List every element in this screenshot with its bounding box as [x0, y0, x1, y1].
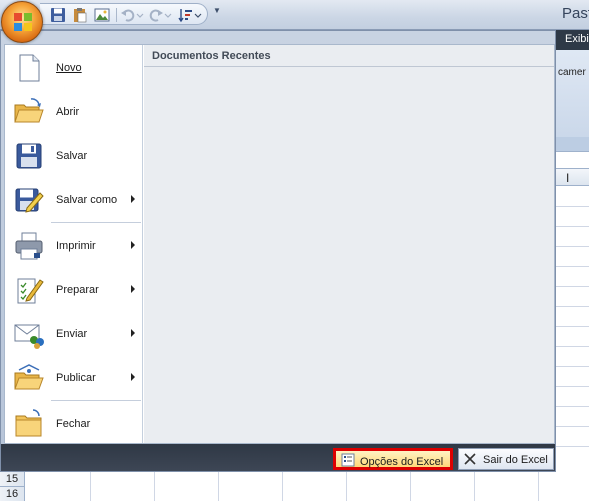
menu-item-save[interactable]: Salvar	[9, 136, 141, 176]
redo-icon[interactable]	[148, 7, 164, 23]
customize-qat-icon[interactable]: ▼	[213, 6, 221, 15]
send-icon	[14, 324, 44, 349]
paste-icon[interactable]	[72, 7, 88, 23]
menu-item-label: Novo	[56, 62, 82, 74]
ribbon-command-text[interactable]: camer	[558, 67, 586, 78]
office-logo-icon	[14, 13, 32, 31]
undo-dropdown-icon[interactable]	[136, 7, 144, 23]
submenu-arrow-icon	[131, 285, 135, 293]
menu-item-publish[interactable]: Publicar	[9, 358, 141, 398]
ribbon-body: camer	[556, 50, 589, 152]
ribbon-group-label-bar	[556, 137, 589, 151]
menu-separator	[51, 222, 141, 223]
sheet-bottom: 15 16	[0, 472, 589, 501]
sort-dropdown-icon[interactable]	[194, 7, 202, 23]
submenu-arrow-icon	[131, 195, 135, 203]
row-header-16[interactable]: 16	[0, 487, 25, 501]
menu-item-label: Enviar	[56, 328, 88, 340]
grid-line	[474, 472, 475, 501]
save-disk-icon	[16, 143, 42, 169]
submenu-arrow-icon	[131, 329, 135, 337]
grid-line	[556, 366, 589, 367]
excel-options-label: Opções do Excel	[360, 456, 444, 468]
grid-line	[556, 346, 589, 347]
grid-line	[410, 472, 411, 501]
office-menu-footer: Opções do Excel Sair do Excel	[1, 444, 555, 471]
menu-item-label: Preparar	[56, 284, 99, 296]
prepare-icon	[17, 278, 44, 304]
command-list: Novo Abrir Salvar Salvar como Imprimir P…	[5, 45, 143, 443]
column-header[interactable]: I	[556, 168, 589, 186]
menu-item-label: Publicar	[56, 372, 96, 384]
submenu-arrow-icon	[131, 373, 135, 381]
recent-documents-divider	[144, 66, 554, 67]
menu-item-print[interactable]: Imprimir	[9, 226, 141, 266]
grid-line	[556, 326, 589, 327]
grid-line	[154, 472, 155, 501]
workbook-background: Exibi camer I	[556, 30, 589, 501]
new-document-icon	[19, 54, 40, 82]
menu-item-label: Salvar	[56, 150, 88, 162]
options-icon	[341, 453, 355, 467]
open-folder-icon	[14, 98, 44, 123]
grid-line	[346, 472, 347, 501]
menu-item-label: Salvar como	[56, 194, 118, 206]
undo-icon[interactable]	[120, 7, 136, 23]
exit-excel-label: Sair do Excel	[483, 454, 548, 466]
menu-item-label: Abrir	[56, 106, 80, 118]
grid-line	[282, 472, 283, 501]
grid-line	[556, 426, 589, 427]
grid-line	[556, 266, 589, 267]
save-as-icon	[15, 188, 44, 213]
grid-line	[556, 306, 589, 307]
row-header-15[interactable]: 15	[0, 472, 25, 487]
exit-excel-button[interactable]: Sair do Excel	[458, 448, 554, 470]
mnemonic-letter: Novo	[56, 62, 82, 74]
grid-line	[556, 206, 589, 207]
recent-documents-title: Documentos Recentes	[152, 50, 271, 62]
ribbon-tab-view[interactable]: Exibi	[556, 30, 589, 50]
sort-icon[interactable]	[178, 7, 194, 23]
grid-line	[538, 472, 539, 501]
menu-item-send[interactable]: Enviar	[9, 314, 141, 354]
close-icon	[464, 453, 476, 465]
column-header-label: I	[566, 171, 570, 185]
office-button[interactable]	[1, 1, 43, 43]
menu-item-label: Fechar	[56, 418, 91, 430]
office-menu-panel: Novo Abrir Salvar Salvar como Imprimir P…	[4, 44, 555, 444]
grid-line	[556, 406, 589, 407]
submenu-arrow-icon	[131, 241, 135, 249]
recent-documents-pane: Documentos Recentes	[144, 45, 554, 443]
save-icon[interactable]	[50, 7, 66, 23]
excel-options-button[interactable]: Opções do Excel	[333, 448, 453, 470]
menu-item-open[interactable]: Abrir	[9, 92, 141, 132]
menu-separator	[51, 400, 141, 401]
grid-line	[556, 286, 589, 287]
menu-item-close[interactable]: Fechar	[9, 404, 141, 444]
quick-access-toolbar	[40, 3, 208, 25]
menu-item-prepare[interactable]: Preparar	[9, 270, 141, 310]
menu-item-save-as[interactable]: Salvar como	[9, 180, 141, 220]
grid-line	[556, 226, 589, 227]
grid-line	[90, 472, 91, 501]
grid-line	[556, 246, 589, 247]
office-menu: Novo Abrir Salvar Salvar como Imprimir P…	[0, 30, 556, 472]
window-title: Past	[562, 5, 589, 22]
picture-icon[interactable]	[94, 7, 110, 23]
title-bar: ▼ Past	[0, 0, 589, 30]
menu-item-new[interactable]: Novo	[9, 48, 141, 88]
publish-icon	[14, 364, 44, 390]
grid-line	[556, 446, 589, 447]
redo-dropdown-icon[interactable]	[164, 7, 172, 23]
menu-item-label: Imprimir	[56, 240, 96, 252]
grid-line	[556, 386, 589, 387]
close-folder-icon	[15, 409, 42, 437]
printer-icon	[15, 232, 43, 260]
grid-line	[218, 472, 219, 501]
qat-separator	[116, 8, 117, 22]
